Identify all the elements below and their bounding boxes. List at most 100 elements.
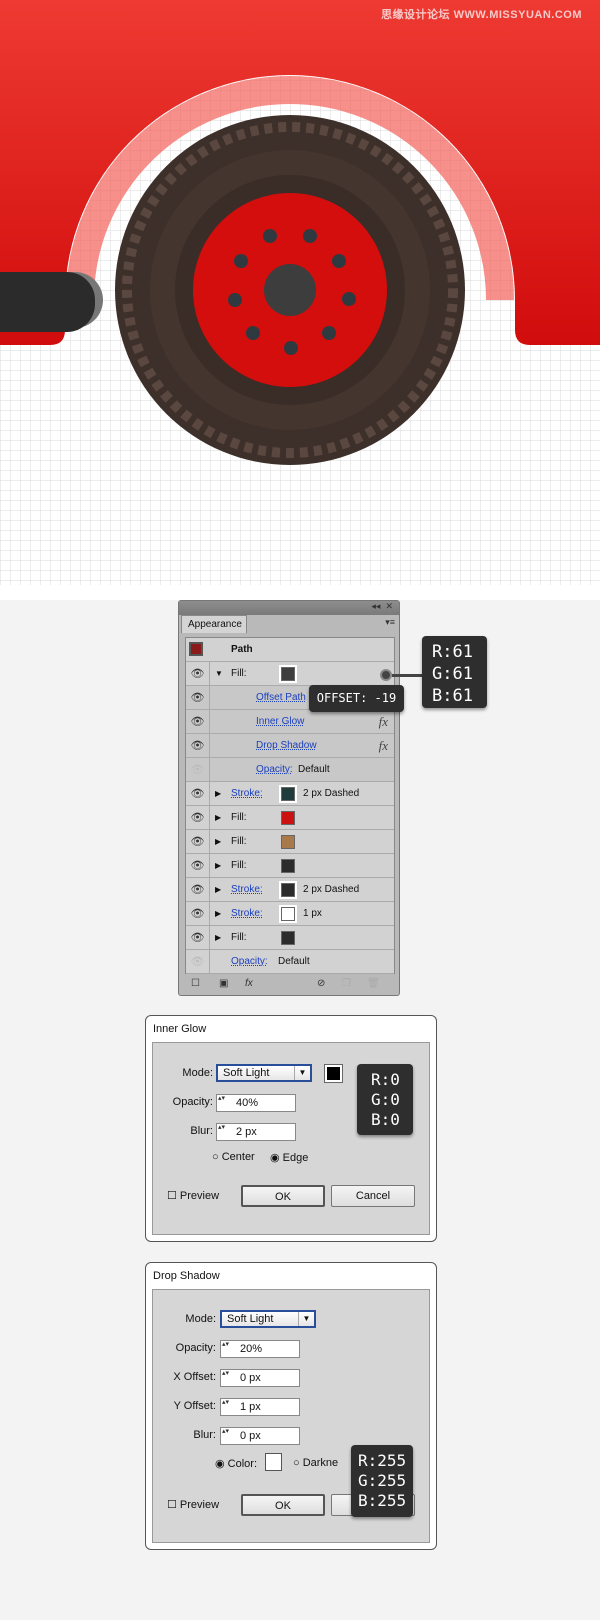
preview-label: Preview xyxy=(179,1499,220,1511)
add-stroke-icon[interactable]: ☐ xyxy=(191,978,200,989)
appearance-row[interactable]: 👁 Opacity: Default xyxy=(186,758,394,782)
appearance-row[interactable]: 👁 ▶ Stroke: 1 px xyxy=(186,902,394,926)
appearance-row[interactable]: 👁 ▶ Fill: xyxy=(186,830,394,854)
duplicate-item-icon[interactable]: ❐ xyxy=(342,978,351,989)
mode-select[interactable]: Soft Light ▼ xyxy=(216,1064,312,1082)
preview-label: Preview xyxy=(179,1190,220,1202)
visibility-eye-icon[interactable]: 👁 xyxy=(186,854,210,878)
visibility-eye-icon[interactable]: 👁 xyxy=(186,734,210,758)
color-label: Color: xyxy=(227,1458,257,1470)
mode-value: Soft Light xyxy=(227,1313,274,1325)
triangle-down-icon[interactable]: ▼ xyxy=(215,662,223,686)
row-value: 1 px xyxy=(303,908,322,919)
row-label[interactable]: Stroke: xyxy=(231,878,263,902)
triangle-right-icon[interactable]: ▶ xyxy=(215,878,221,902)
appearance-row[interactable]: 👁 ▶ Fill: xyxy=(186,854,394,878)
triangle-right-icon[interactable]: ▶ xyxy=(215,830,221,854)
ok-button[interactable]: OK xyxy=(241,1494,325,1516)
cancel-button[interactable]: Cancel xyxy=(331,1185,415,1207)
appearance-row[interactable]: 👁 Drop Shadow fx xyxy=(186,734,394,758)
color-swatch[interactable] xyxy=(279,785,297,803)
row-label[interactable]: Offset Path xyxy=(256,686,306,710)
path-row[interactable]: Path xyxy=(186,638,394,662)
opacity-input[interactable]: 40% xyxy=(216,1094,296,1112)
r-value: R:255 xyxy=(358,1451,407,1470)
color-swatch[interactable] xyxy=(281,811,295,825)
visibility-eye-icon[interactable]: 👁 xyxy=(186,878,210,902)
color-swatch[interactable] xyxy=(281,931,295,945)
triangle-right-icon[interactable]: ▶ xyxy=(215,902,221,926)
visibility-eye-icon[interactable]: 👁 xyxy=(186,902,210,926)
fx-icon[interactable]: fx xyxy=(379,734,388,758)
edge-radio[interactable]: ◉ Edge xyxy=(270,1151,308,1164)
row-label[interactable]: Stroke: xyxy=(231,902,263,926)
preview-checkbox[interactable]: ☐ Preview xyxy=(167,1498,219,1511)
g-value: G:0 xyxy=(371,1090,400,1109)
darkness-radio[interactable]: ○ Darkne xyxy=(293,1457,338,1469)
blur-input[interactable]: 0 px xyxy=(220,1427,300,1445)
delete-icon[interactable]: 🗑 xyxy=(367,978,380,989)
appearance-row[interactable]: 👁 Opacity: Default xyxy=(186,950,394,974)
blur-input[interactable]: 2 px xyxy=(216,1123,296,1141)
row-label[interactable]: Opacity: xyxy=(256,758,293,782)
close-icon[interactable]: ✕ xyxy=(385,601,393,611)
visibility-eye-icon[interactable]: 👁 xyxy=(186,758,210,782)
color-swatch[interactable] xyxy=(279,881,297,899)
row-label[interactable]: Drop Shadow xyxy=(256,734,317,758)
preview-checkbox[interactable]: ☐ Preview xyxy=(167,1189,219,1202)
visibility-eye-icon[interactable]: 👁 xyxy=(186,782,210,806)
visibility-eye-icon[interactable]: 👁 xyxy=(186,926,210,950)
visibility-eye-icon[interactable]: 👁 xyxy=(186,710,210,734)
mode-label: Mode: xyxy=(182,1067,213,1079)
opacity-label: Opacity: xyxy=(172,1096,213,1108)
opacity-label: Opacity: xyxy=(175,1342,216,1354)
appearance-row[interactable]: 👁 ▼ Fill: xyxy=(186,662,394,686)
appearance-row[interactable]: 👁 ▶ Fill: xyxy=(186,806,394,830)
triangle-right-icon[interactable]: ▶ xyxy=(215,782,221,806)
row-label[interactable]: Inner Glow xyxy=(256,710,304,734)
row-label: Fill: xyxy=(231,860,247,871)
appearance-row[interactable]: 👁 ▶ Stroke: 2 px Dashed xyxy=(186,878,394,902)
callout-pin xyxy=(380,669,392,681)
mode-select[interactable]: Soft Light ▼ xyxy=(220,1310,316,1328)
visibility-eye-icon[interactable]: 👁 xyxy=(186,806,210,830)
glow-color-swatch[interactable] xyxy=(324,1064,343,1083)
color-swatch[interactable] xyxy=(279,905,297,923)
clear-appearance-icon[interactable]: ⊘ xyxy=(317,978,325,989)
triangle-right-icon[interactable]: ▶ xyxy=(215,926,221,950)
tab-appearance[interactable]: Appearance xyxy=(181,615,247,633)
appearance-row[interactable]: 👁 ▶ Stroke: 2 px Dashed xyxy=(186,782,394,806)
visibility-eye-icon[interactable]: 👁 xyxy=(186,830,210,854)
center-radio[interactable]: ○ Center xyxy=(212,1151,255,1163)
blur-label: Blur: xyxy=(193,1429,216,1441)
triangle-right-icon[interactable]: ▶ xyxy=(215,806,221,830)
triangle-right-icon[interactable]: ▶ xyxy=(215,854,221,878)
visibility-eye-icon[interactable]: 👁 xyxy=(186,686,210,710)
row-label[interactable]: Stroke: xyxy=(231,782,263,806)
add-fill-icon[interactable]: ▣ xyxy=(219,978,228,989)
row-label[interactable]: Opacity: xyxy=(231,950,268,974)
x-offset-input[interactable]: 0 px xyxy=(220,1369,300,1387)
appearance-row[interactable]: 👁 ▶ Fill: xyxy=(186,926,394,950)
y-offset-input[interactable]: 1 px xyxy=(220,1398,300,1416)
opacity-input[interactable]: 20% xyxy=(220,1340,300,1358)
color-swatch[interactable] xyxy=(281,859,295,873)
color-swatch[interactable] xyxy=(279,665,297,683)
chevron-down-icon: ▼ xyxy=(294,1066,310,1080)
darkness-label: Darkne xyxy=(302,1457,339,1469)
color-swatch[interactable] xyxy=(281,835,295,849)
row-label: Fill: xyxy=(231,668,247,679)
panel-menu-icon[interactable]: ▾≡ xyxy=(385,617,395,628)
color-radio[interactable]: ◉ Color: xyxy=(215,1457,257,1470)
row-value: 2 px Dashed xyxy=(303,788,360,799)
fx-icon[interactable]: fx xyxy=(379,710,388,734)
mode-value: Soft Light xyxy=(223,1067,270,1079)
appearance-row[interactable]: 👁 Inner Glow fx xyxy=(186,710,394,734)
fx-menu-icon[interactable]: fx xyxy=(245,978,253,989)
shadow-color-swatch[interactable] xyxy=(265,1453,282,1471)
visibility-eye-icon[interactable]: 👁 xyxy=(186,950,210,974)
collapse-icon[interactable]: ◂◂ xyxy=(371,601,380,611)
ok-button[interactable]: OK xyxy=(241,1185,325,1207)
visibility-eye-icon[interactable]: 👁 xyxy=(186,662,210,686)
shadow-rgb-tooltip: R:255 G:255 B:255 xyxy=(351,1445,413,1517)
